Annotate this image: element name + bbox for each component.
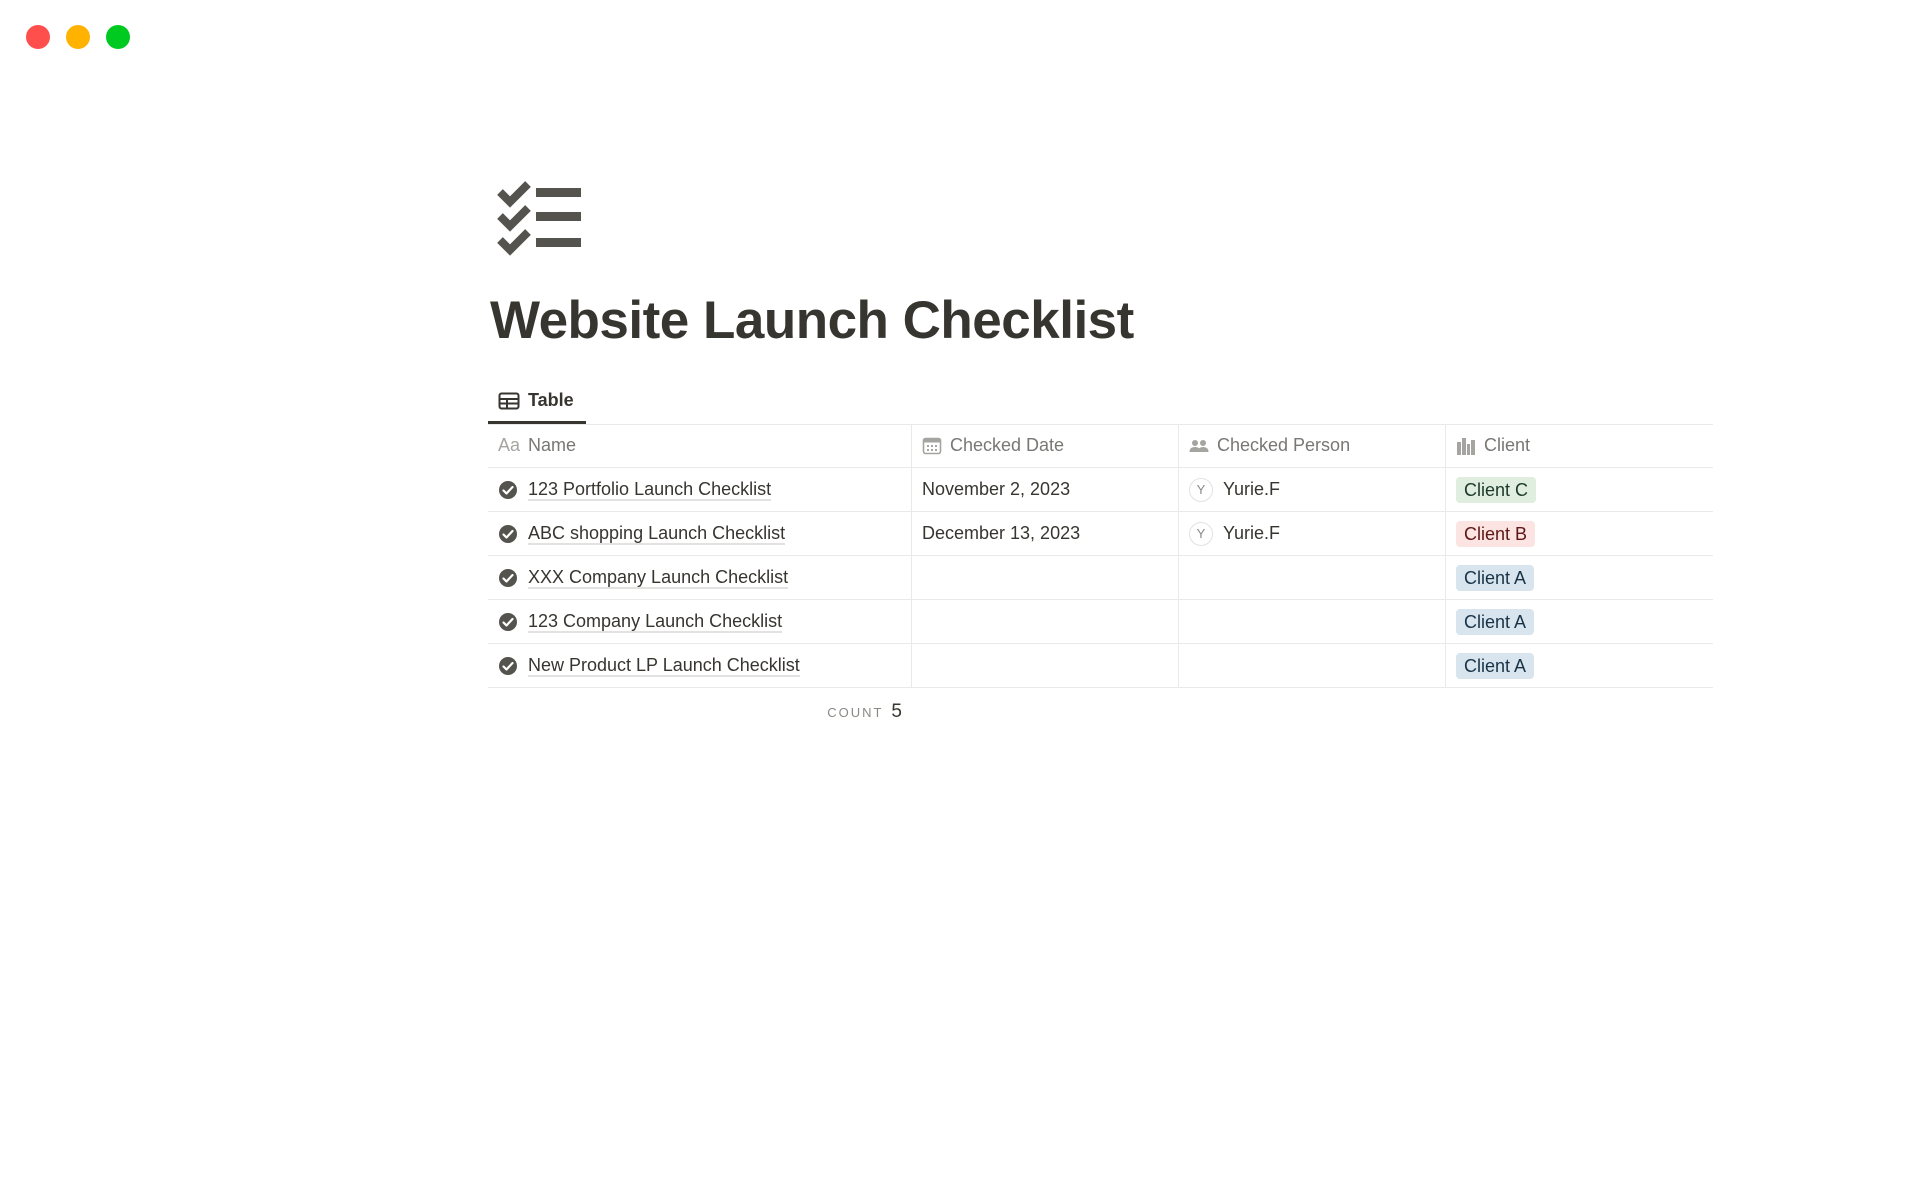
checked-date-cell[interactable] <box>912 600 1179 643</box>
client-cell[interactable]: Client C <box>1446 468 1713 511</box>
people-icon <box>1189 437 1209 455</box>
person-name: Yurie.F <box>1223 523 1281 543</box>
checked-date-cell[interactable] <box>912 644 1179 687</box>
window-controls <box>26 25 130 49</box>
name-cell[interactable]: New Product LP Launch Checklist <box>488 644 912 687</box>
tab-table[interactable]: Table <box>488 380 586 424</box>
client-tag[interactable]: Client A <box>1456 564 1535 591</box>
table-row[interactable]: New Product LP Launch Checklist Client A <box>488 644 1713 688</box>
name-cell[interactable]: 123 Company Launch Checklist <box>488 600 912 643</box>
page-link[interactable]: 123 Company Launch Checklist <box>528 611 783 633</box>
column-header-checked-person[interactable]: Checked Person <box>1179 424 1446 467</box>
table-row[interactable]: ABC shopping Launch Checklist December 1… <box>488 512 1713 556</box>
text-property-icon: Aa <box>498 435 521 455</box>
page-link[interactable]: ABC shopping Launch Checklist <box>528 523 786 545</box>
checked-date-cell[interactable] <box>912 556 1179 599</box>
column-header-checked-date[interactable]: Checked Date <box>912 424 1179 467</box>
name-cell[interactable]: ABC shopping Launch Checklist <box>488 512 912 555</box>
page-link[interactable]: New Product LP Launch Checklist <box>528 655 800 677</box>
page-title: Website Launch Checklist <box>490 291 1134 350</box>
building-icon <box>1456 436 1476 456</box>
count-label: COUNT <box>827 704 884 720</box>
avatar: Y <box>1189 521 1213 546</box>
table-row[interactable]: 123 Company Launch Checklist Client A <box>488 600 1713 644</box>
close-window-button[interactable] <box>26 25 50 49</box>
checked-person-cell[interactable] <box>1179 644 1446 687</box>
checked-person-cell[interactable]: Y Yurie.F <box>1179 468 1446 511</box>
person-chip[interactable]: Y Yurie.F <box>1189 521 1281 546</box>
column-header-name[interactable]: Aa Name <box>488 424 912 467</box>
tab-table-label: Table <box>528 390 574 410</box>
table-row[interactable]: 123 Portfolio Launch Checklist November … <box>488 468 1713 512</box>
name-cell[interactable]: 123 Portfolio Launch Checklist <box>488 468 912 511</box>
client-tag[interactable]: Client A <box>1456 608 1535 635</box>
check-circle-icon <box>499 612 517 631</box>
table-row[interactable]: XXX Company Launch Checklist Client A <box>488 556 1713 600</box>
person-chip[interactable]: Y Yurie.F <box>1189 477 1281 502</box>
client-tag[interactable]: Client A <box>1456 652 1535 679</box>
client-cell[interactable]: Client A <box>1446 644 1713 687</box>
check-circle-icon <box>499 568 517 587</box>
count-value: 5 <box>891 701 902 722</box>
table-footer-count[interactable]: COUNT 5 <box>488 694 912 730</box>
checked-date-cell[interactable]: December 13, 2023 <box>912 512 1179 555</box>
calendar-icon <box>922 436 942 456</box>
column-header-label: Client <box>1484 435 1531 455</box>
avatar: Y <box>1189 477 1213 502</box>
checklist-icon[interactable] <box>496 178 588 262</box>
name-cell[interactable]: XXX Company Launch Checklist <box>488 556 912 599</box>
table-header-row: Aa Name Checked Date Checked Person Clie… <box>488 424 1713 468</box>
database-table: Aa Name Checked Date Checked Person Clie… <box>488 424 1713 688</box>
client-cell[interactable]: Client A <box>1446 556 1713 599</box>
checked-date: December 13, 2023 <box>922 523 1081 543</box>
checked-person-cell[interactable] <box>1179 556 1446 599</box>
checked-person-cell[interactable] <box>1179 600 1446 643</box>
maximize-window-button[interactable] <box>106 25 130 49</box>
column-header-client[interactable]: Client <box>1446 424 1713 467</box>
check-circle-icon <box>499 656 517 675</box>
column-header-label: Name <box>528 435 577 455</box>
client-cell[interactable]: Client A <box>1446 600 1713 643</box>
checked-date-cell[interactable]: November 2, 2023 <box>912 468 1179 511</box>
column-header-label: Checked Date <box>950 435 1065 455</box>
client-tag[interactable]: Client B <box>1456 520 1536 547</box>
page-link[interactable]: XXX Company Launch Checklist <box>528 567 789 589</box>
check-circle-icon <box>499 524 517 543</box>
person-name: Yurie.F <box>1223 479 1281 499</box>
check-circle-icon <box>499 480 517 499</box>
view-tabs: Table <box>488 380 1713 425</box>
checked-date: November 2, 2023 <box>922 479 1071 499</box>
minimize-window-button[interactable] <box>66 25 90 49</box>
table-icon <box>498 392 520 409</box>
column-header-label: Checked Person <box>1217 435 1351 455</box>
client-tag[interactable]: Client C <box>1456 476 1537 503</box>
page-link[interactable]: 123 Portfolio Launch Checklist <box>528 479 772 501</box>
client-cell[interactable]: Client B <box>1446 512 1713 555</box>
checked-person-cell[interactable]: Y Yurie.F <box>1179 512 1446 555</box>
